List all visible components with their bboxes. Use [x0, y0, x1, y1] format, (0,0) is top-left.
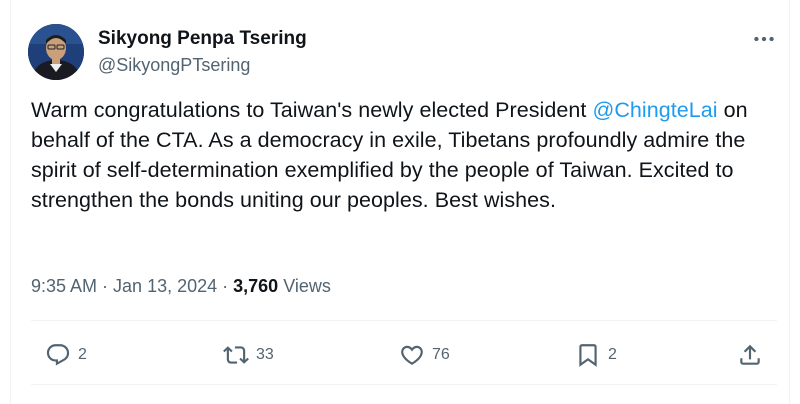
tweet-text: Warm congratulations to Taiwan's newly e… [31, 95, 771, 215]
tweet-meta: 9:35 AM · Jan 13, 2024 · 3,760 Views [31, 276, 331, 297]
like-count: 76 [432, 346, 450, 363]
tweet-time[interactable]: 9:35 AM [31, 276, 97, 296]
bookmark-count: 2 [608, 346, 617, 363]
repost-button[interactable]: 33 [223, 338, 274, 372]
tweet-date[interactable]: Jan 13, 2024 [113, 276, 217, 296]
more-icon[interactable] [751, 26, 777, 52]
share-icon [740, 344, 760, 365]
divider [31, 384, 777, 385]
author-handle[interactable]: @SikyongPTsering [98, 55, 250, 76]
reply-icon [46, 344, 70, 366]
tweet-card: Sikyong Penpa Tsering @SikyongPTsering W… [10, 0, 790, 404]
repost-icon [223, 346, 249, 364]
views-label: Views [278, 276, 331, 296]
action-bar: 2 33 76 2 [31, 338, 771, 372]
author-name[interactable]: Sikyong Penpa Tsering [98, 28, 307, 50]
like-icon [401, 345, 423, 365]
reply-button[interactable]: 2 [45, 338, 87, 372]
avatar[interactable] [28, 24, 84, 80]
share-button[interactable] [737, 338, 763, 372]
bookmark-button[interactable]: 2 [575, 338, 617, 372]
bookmark-icon [579, 344, 597, 367]
meta-separator: · [97, 276, 114, 296]
mention-link[interactable]: @ChingteLai [592, 98, 717, 122]
repost-count: 33 [256, 346, 274, 363]
tweet-text-before: Warm congratulations to Taiwan's newly e… [31, 98, 593, 122]
reply-count: 2 [78, 346, 87, 363]
views-count: 3,760 [233, 276, 279, 296]
meta-separator: · [217, 276, 234, 296]
like-button[interactable]: 76 [399, 338, 450, 372]
divider [31, 320, 777, 321]
